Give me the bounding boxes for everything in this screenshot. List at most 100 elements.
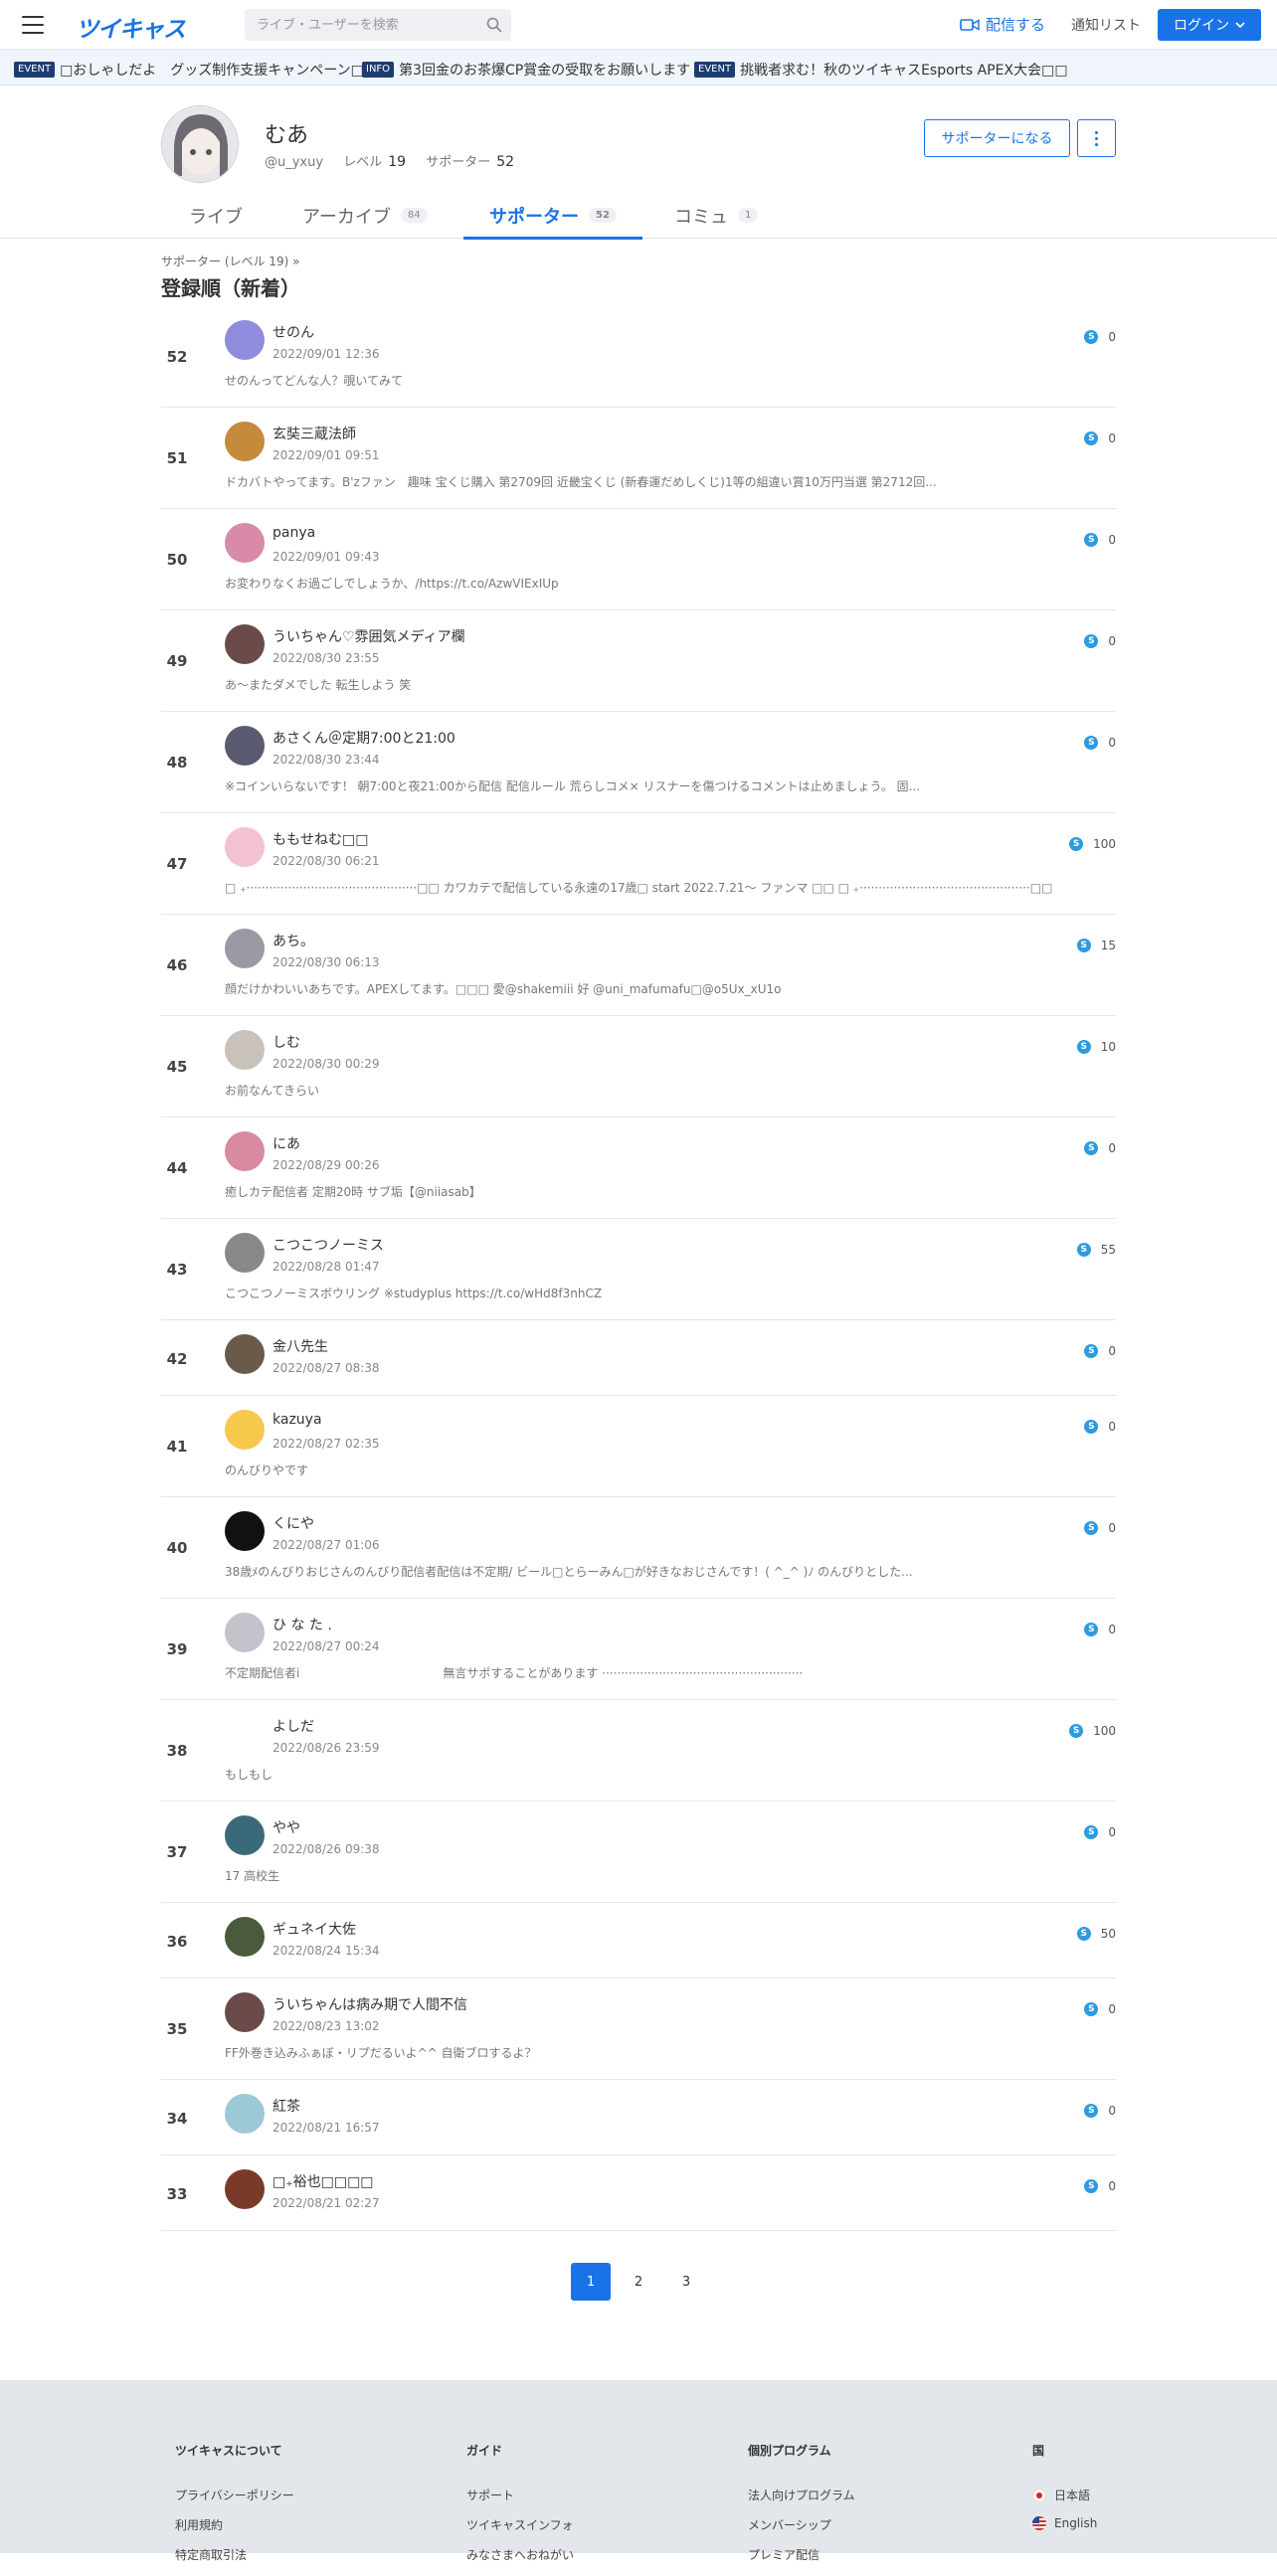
supporter-points: S0 <box>1084 1344 1116 1358</box>
breadcrumb[interactable]: サポーター (レベル 19) » <box>161 253 299 269</box>
supporter-avatar[interactable] <box>225 1992 265 2032</box>
page-1-button[interactable]: 1 <box>571 2263 611 2301</box>
supporter-row[interactable]: 45 しむ 2022/08/30 00:29 お前なんてきらい S 10 <box>161 1016 1116 1117</box>
supporter-name[interactable]: ういちゃん♡雰囲気メディア欄 <box>273 626 465 646</box>
footer-link[interactable]: 利用規約 <box>175 2516 294 2533</box>
supporter-name[interactable]: ギュネイ大佐 <box>273 1919 356 1939</box>
supporter-row[interactable]: 47 ももせねむ□□ 2022/08/30 06:21 □ ₊············… <box>161 813 1116 915</box>
footer-link[interactable]: みなさまへおねがい <box>466 2546 574 2563</box>
supporter-row[interactable]: 48 あさくん＠定期7:00と21:00 2022/08/30 23:44 ※コインい… <box>161 712 1116 813</box>
supporter-name[interactable]: 玄奘三蔵法師 <box>273 424 356 443</box>
supporter-avatar[interactable] <box>225 1511 265 1551</box>
ticker-item[interactable]: EVENT 挑戦者求む！秋のツイキャスEsports APEX大会□□ <box>694 60 1068 80</box>
supporter-avatar[interactable] <box>225 1613 265 1652</box>
chevron-down-icon <box>1235 22 1245 28</box>
footer-link[interactable]: 法人向けプログラム <box>748 2487 855 2503</box>
supporter-date: 2022/08/29 00:26 <box>273 1158 380 1172</box>
supporter-name[interactable]: あさくん＠定期7:00と21:00 <box>273 728 456 748</box>
supporter-points: S0 <box>1084 2179 1116 2193</box>
supporter-row[interactable]: 36 ギュネイ大佐 2022/08/24 15:34 S 50 <box>161 1903 1116 1978</box>
supporter-avatar[interactable] <box>225 1410 265 1450</box>
footer-link[interactable]: メンバーシップ <box>748 2516 855 2533</box>
supporter-avatar[interactable] <box>225 726 265 766</box>
supporter-row[interactable]: 42 金八先生 2022/08/27 08:38 S 0 <box>161 1320 1116 1396</box>
supporter-row[interactable]: 46 あち。 2022/08/30 06:13 顔だけかわいいあちです。APEXしてま… <box>161 915 1116 1016</box>
tab-archive[interactable]: アーカイブ 84 <box>302 203 428 239</box>
supporter-avatar[interactable] <box>225 1030 265 1070</box>
language-japanese[interactable]: 日本語 <box>1032 2487 1097 2503</box>
supporter-avatar[interactable] <box>225 422 265 461</box>
supporter-row[interactable]: 39 ひ な た . 2022/08/27 00:24 不定期配信者i 無言サポするこ… <box>161 1599 1116 1700</box>
tab-community[interactable]: コミュ 1 <box>674 203 759 239</box>
supporter-avatar[interactable] <box>225 1714 265 1754</box>
footer-link[interactable]: サポート <box>466 2487 574 2503</box>
ticker-item[interactable]: INFO 第3回金のお茶爆CP賞金の受取をお願いします <box>362 60 690 80</box>
supporter-avatar[interactable] <box>225 624 265 664</box>
search-box[interactable] <box>245 9 511 41</box>
footer-link[interactable]: 特定商取引法 <box>175 2546 294 2563</box>
supporter-row[interactable]: 52 せのん 2022/09/01 12:36 せのんってどんな人？覗いてみて S 0 <box>161 306 1116 408</box>
supporter-row[interactable]: 33 □₊裕也□□□□ 2022/08/21 02:27 S 0 <box>161 2155 1116 2231</box>
supporter-avatar[interactable] <box>225 2169 265 2209</box>
become-supporter-button[interactable]: サポーターになる <box>924 119 1070 157</box>
supporter-name[interactable]: やや <box>273 1817 300 1837</box>
supporter-avatar[interactable] <box>225 523 265 563</box>
footer-link[interactable]: ツイキャスインフォ <box>466 2516 574 2533</box>
supporter-name[interactable]: ういちゃんは病み期で人間不信 <box>273 1994 467 2014</box>
footer-link[interactable]: プレミア配信 <box>748 2546 855 2563</box>
supporter-name[interactable]: くにや <box>273 1513 314 1533</box>
supporter-name[interactable]: こつこつノーミス <box>273 1235 384 1255</box>
supporter-row[interactable]: 49 ういちゃん♡雰囲気メディア欄 2022/08/30 23:55 あ〜またダメでし… <box>161 610 1116 712</box>
supporter-bio: 顔だけかわいいあちです。APEXしてます。□□□ 愛@shakemiii 好 @… <box>225 982 782 996</box>
supporter-name[interactable]: 紅茶 <box>273 2096 300 2116</box>
supporter-name[interactable]: にあ <box>273 1133 300 1153</box>
supporter-avatar[interactable] <box>225 929 265 968</box>
supporter-row[interactable]: 34 紅茶 2022/08/21 16:57 S 0 <box>161 2080 1116 2155</box>
language-english[interactable]: English <box>1032 2516 1097 2530</box>
supporter-name[interactable]: ひ な た . <box>273 1615 332 1634</box>
profile-avatar[interactable] <box>161 105 239 183</box>
search-icon[interactable] <box>486 17 502 33</box>
supporter-avatar[interactable] <box>225 827 265 867</box>
supporter-avatar[interactable] <box>225 1917 265 1957</box>
supporter-name[interactable]: panya <box>273 525 315 541</box>
supporter-row[interactable]: 41 kazuya 2022/08/27 02:35 のんびりやです S 0 <box>161 1396 1116 1497</box>
tab-supporter[interactable]: サポーター 52 <box>463 203 642 240</box>
supporter-row[interactable]: 44 にあ 2022/08/29 00:26 癒しカテ配信者 定期20時 サブ垢【@n… <box>161 1117 1116 1219</box>
supporter-name[interactable]: せのん <box>273 322 314 342</box>
broadcast-button[interactable]: 配信する <box>960 14 1045 35</box>
supporter-avatar[interactable] <box>225 1815 265 1855</box>
supporter-name[interactable]: よしだ <box>273 1716 314 1736</box>
supporter-avatar[interactable] <box>225 1131 265 1171</box>
supporter-row[interactable]: 37 やや 2022/08/26 09:38 17 高校生 S 0 <box>161 1802 1116 1903</box>
more-options-button[interactable] <box>1077 119 1116 157</box>
supporter-avatar[interactable] <box>225 1233 265 1273</box>
profile-name: むあ <box>265 123 309 148</box>
page-2-button[interactable]: 2 <box>619 2263 658 2301</box>
notification-list-link[interactable]: 通知リスト <box>1071 15 1141 35</box>
supporter-avatar[interactable] <box>225 320 265 360</box>
ticker-item[interactable]: EVENT □おしゃしだよ グッズ制作支援キャンペーン□ <box>14 60 364 80</box>
hamburger-menu-icon[interactable] <box>22 16 44 34</box>
points-value: 0 <box>1108 1825 1116 1839</box>
login-button[interactable]: ログイン <box>1158 9 1261 41</box>
supporter-name[interactable]: □₊裕也□□□□ <box>273 2171 374 2191</box>
supporter-name[interactable]: しむ <box>273 1032 300 1052</box>
page-3-button[interactable]: 3 <box>666 2263 706 2301</box>
supporter-row[interactable]: 40 くにや 2022/08/27 01:06 38歳ﾒのんびりおじさんのんびり配信者… <box>161 1497 1116 1599</box>
supporter-avatar[interactable] <box>225 2094 265 2134</box>
supporter-name[interactable]: 金八先生 <box>273 1336 328 1356</box>
supporter-name[interactable]: あち。 <box>273 931 314 950</box>
footer-link[interactable]: プライバシーポリシー <box>175 2487 294 2503</box>
supporter-row[interactable]: 51 玄奘三蔵法師 2022/09/01 09:51 ドカバトやってます。B'zファン… <box>161 408 1116 509</box>
supporter-name[interactable]: ももせねむ□□ <box>273 829 368 849</box>
supporter-row[interactable]: 38 よしだ 2022/08/26 23:59 もしもし S 100 <box>161 1700 1116 1802</box>
supporter-row[interactable]: 43 こつこつノーミス 2022/08/28 01:47 こつこつノーミスボウリング … <box>161 1219 1116 1320</box>
site-logo[interactable]: ツイキャス <box>76 10 186 44</box>
supporter-avatar[interactable] <box>225 1334 265 1374</box>
search-input[interactable] <box>245 9 463 41</box>
supporter-row[interactable]: 35 ういちゃんは病み期で人間不信 2022/08/23 13:02 FF外巻き込みふ… <box>161 1978 1116 2080</box>
supporter-row[interactable]: 50 panya 2022/09/01 09:43 お変わりなくお過ごしでしょうか、/… <box>161 509 1116 610</box>
supporter-name[interactable]: kazuya <box>273 1412 322 1428</box>
tab-live[interactable]: ライブ <box>189 203 243 239</box>
